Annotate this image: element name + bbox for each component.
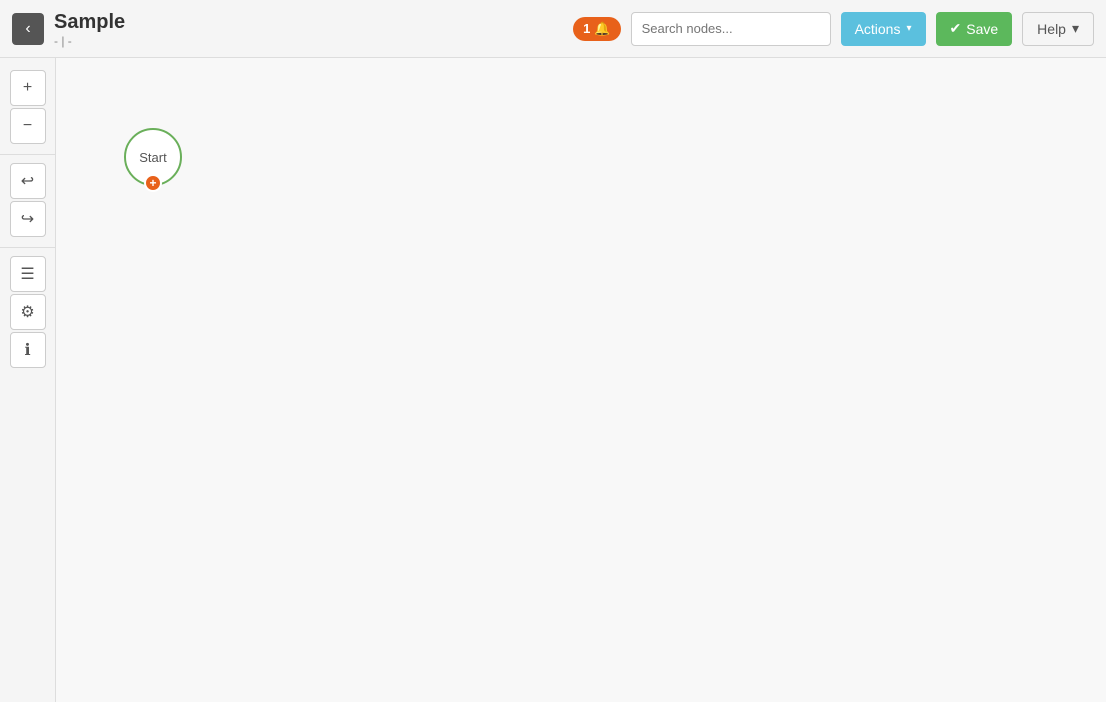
left-toolbar: + − ↩ ↪ ☰ ⚙ ℹ bbox=[0, 58, 56, 702]
bell-icon: 🔔 bbox=[594, 21, 610, 37]
start-add-icon: + bbox=[149, 177, 156, 189]
undo-icon: ↩ bbox=[21, 171, 34, 191]
zoom-out-icon: − bbox=[23, 117, 32, 135]
header: ‹ Sample - | - 1 🔔 Actions ▾ ✔ Save Help… bbox=[0, 0, 1106, 58]
title-area: Sample - | - bbox=[54, 10, 125, 48]
redo-button[interactable]: ↪ bbox=[10, 201, 46, 237]
undo-button[interactable]: ↩ bbox=[10, 163, 46, 199]
notification-badge[interactable]: 1 🔔 bbox=[573, 17, 620, 41]
actions-button[interactable]: Actions ▾ bbox=[841, 12, 926, 46]
canvas-area[interactable]: Start + bbox=[56, 58, 1106, 702]
zoom-in-button[interactable]: + bbox=[10, 70, 46, 106]
history-group: ↩ ↪ bbox=[0, 154, 55, 241]
page-subtitle: - | - bbox=[54, 34, 125, 48]
zoom-group: + − bbox=[0, 66, 55, 148]
redo-icon: ↪ bbox=[21, 209, 34, 229]
page-title: Sample bbox=[54, 10, 125, 34]
back-icon: ‹ bbox=[25, 20, 30, 38]
settings-button[interactable]: ⚙ bbox=[10, 294, 46, 330]
save-check-icon: ✔ bbox=[950, 20, 962, 37]
utility-group: ☰ ⚙ ℹ bbox=[0, 247, 55, 372]
start-add-button[interactable]: + bbox=[144, 174, 162, 192]
list-icon: ☰ bbox=[20, 264, 34, 284]
list-button[interactable]: ☰ bbox=[10, 256, 46, 292]
help-label: Help bbox=[1037, 21, 1066, 37]
info-icon: ℹ bbox=[24, 340, 30, 360]
zoom-out-button[interactable]: − bbox=[10, 108, 46, 144]
save-button[interactable]: ✔ Save bbox=[936, 12, 1013, 46]
actions-label: Actions bbox=[855, 21, 901, 37]
help-caret-icon: ▾ bbox=[1072, 20, 1079, 37]
zoom-in-icon: + bbox=[23, 79, 32, 97]
search-input[interactable] bbox=[631, 12, 831, 46]
save-label: Save bbox=[966, 21, 998, 37]
help-button[interactable]: Help ▾ bbox=[1022, 12, 1094, 46]
info-button[interactable]: ℹ bbox=[10, 332, 46, 368]
actions-caret-icon: ▾ bbox=[906, 23, 911, 34]
main-area: + − ↩ ↪ ☰ ⚙ ℹ bbox=[0, 58, 1106, 702]
start-node-label: Start bbox=[139, 150, 166, 165]
settings-icon: ⚙ bbox=[20, 302, 34, 322]
back-button[interactable]: ‹ bbox=[12, 13, 44, 45]
start-circle[interactable]: Start + bbox=[124, 128, 182, 186]
notification-count: 1 bbox=[583, 21, 590, 36]
start-node[interactable]: Start + bbox=[124, 128, 182, 186]
